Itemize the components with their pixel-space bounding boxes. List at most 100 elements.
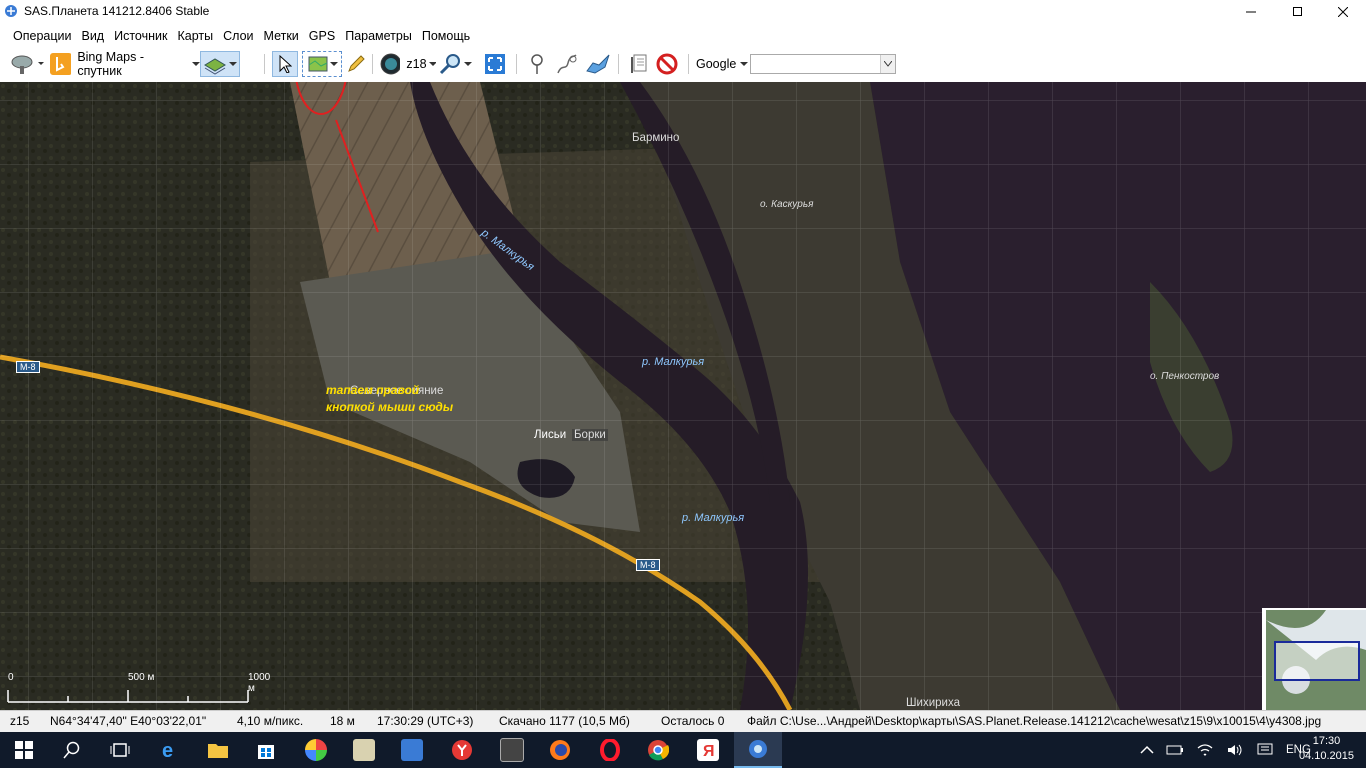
opera-button[interactable] <box>586 732 634 768</box>
minimap-image <box>1266 610 1366 710</box>
fullscreen-button[interactable] <box>482 51 508 77</box>
map-view[interactable]: Бармино о. Каскурья р. Малкурья р. Малку… <box>0 82 1366 710</box>
chevron-up-icon[interactable] <box>1140 745 1154 755</box>
satellite-dish-button[interactable] <box>8 51 44 77</box>
search-provider-label: Google <box>696 57 737 71</box>
action-center-icon[interactable] <box>1256 743 1274 757</box>
fullscreen-icon <box>485 54 505 74</box>
clock-date: 04.10.2015 <box>1298 750 1354 762</box>
folder-icon <box>208 744 228 758</box>
task-view-icon <box>110 743 130 757</box>
label-river-2: р. Малкурья <box>642 356 705 368</box>
zoom-tool-button[interactable] <box>438 51 478 77</box>
label-kaskurya: о. Каскурья <box>760 199 814 210</box>
path-icon <box>557 54 577 74</box>
annotation-line-2: кнопкой мыши сюды <box>326 400 454 414</box>
label-river-3: р. Малкурья <box>682 512 745 524</box>
search-dropdown-button[interactable] <box>880 55 895 73</box>
hide-placemarks-button[interactable] <box>654 51 680 77</box>
clapperboard-icon <box>500 738 524 762</box>
toolbar: Bing Maps - спутник z18 Google <box>0 46 1366 83</box>
search-taskbar-button[interactable] <box>48 732 96 768</box>
bing-icon <box>50 53 72 75</box>
app-icon <box>5 5 17 17</box>
scale-bar: 0 500 м 1000 м <box>6 672 270 704</box>
video-editor-button[interactable] <box>488 732 536 768</box>
menu-settings[interactable]: Параметры <box>340 26 417 46</box>
media-app-button[interactable] <box>388 732 436 768</box>
task-view-button[interactable] <box>96 732 144 768</box>
firefox-icon <box>550 740 570 760</box>
taskbar: e Я ENG 17:30 04.10.2015 <box>0 732 1366 768</box>
chevron-down-icon <box>464 62 472 66</box>
ruler-tool-button[interactable] <box>344 51 368 77</box>
no-entry-icon <box>656 53 678 75</box>
label-barmino: Бармино <box>632 132 680 144</box>
search-provider-dropdown[interactable]: Google <box>696 51 748 77</box>
layers-icon <box>204 58 226 75</box>
sas-planet-icon <box>749 740 767 758</box>
status-distance: 18 м <box>330 714 355 728</box>
menu-view[interactable]: Вид <box>76 26 109 46</box>
file-explorer-button[interactable] <box>194 732 242 768</box>
firefox-button[interactable] <box>536 732 584 768</box>
title-bar: SAS.Планета 141212.8406 Stable <box>0 0 1366 24</box>
close-button[interactable] <box>1320 0 1366 24</box>
edge-icon: e <box>162 740 173 761</box>
cursor-arrow-icon <box>279 55 292 73</box>
layers-button[interactable] <box>200 51 240 77</box>
add-path-button[interactable] <box>554 51 580 77</box>
chevron-down-icon <box>740 62 748 66</box>
svg-text:Я: Я <box>703 743 715 760</box>
system-tray: ENG <box>1134 732 1311 768</box>
chrome-button[interactable] <box>634 732 682 768</box>
scale-ruler <box>7 690 249 703</box>
add-placemark-button[interactable] <box>524 51 550 77</box>
sas-planet-taskbar-button[interactable] <box>734 732 782 768</box>
toolbar-separator <box>516 54 517 74</box>
chevron-down-icon <box>884 61 892 67</box>
menu-help[interactable]: Помощь <box>417 26 475 46</box>
menu-layers[interactable]: Слои <box>218 26 258 46</box>
minimap[interactable] <box>1266 610 1366 710</box>
map-source-dropdown[interactable]: Bing Maps - спутник <box>50 50 200 78</box>
store-bag-icon <box>258 745 274 759</box>
zoom-level-dropdown[interactable]: z18 <box>380 51 436 77</box>
maximize-button[interactable] <box>1274 0 1320 24</box>
svg-text:e: e <box>162 740 173 761</box>
yandex-button[interactable]: Я <box>684 732 732 768</box>
placemarks-manager-button[interactable] <box>626 51 652 77</box>
store-button[interactable] <box>242 732 290 768</box>
battery-icon[interactable] <box>1166 743 1184 757</box>
chevron-down-icon <box>330 62 338 66</box>
menu-marks[interactable]: Метки <box>259 26 304 46</box>
yandex-browser-button[interactable] <box>438 732 486 768</box>
pencil-icon <box>348 55 365 72</box>
edge-browser-button[interactable]: e <box>146 732 194 768</box>
menu-source[interactable]: Источник <box>109 26 172 46</box>
red-annotation <box>295 82 379 233</box>
search-combobox[interactable] <box>750 51 898 77</box>
label-shikhirikha: Шихириха <box>906 697 960 709</box>
windows-logo-icon <box>15 741 33 759</box>
annotation-line-1: тапаем правой <box>326 383 420 397</box>
add-polygon-button[interactable] <box>584 51 612 77</box>
menu-gps[interactable]: GPS <box>304 26 340 46</box>
clock[interactable]: 17:30 04.10.2015 <box>1299 734 1354 764</box>
minimize-button[interactable] <box>1228 0 1274 24</box>
maps-app-button[interactable] <box>340 732 388 768</box>
color-wheel-icon <box>305 739 327 761</box>
map-tile-icon <box>308 56 328 72</box>
app-colorful-button[interactable] <box>292 732 340 768</box>
menu-operations[interactable]: Операции <box>8 26 76 46</box>
map-layer-tool-button[interactable] <box>302 51 342 77</box>
select-tool-button[interactable] <box>272 51 298 77</box>
status-downloaded: Скачано 1177 (10,5 Мб) <box>499 714 630 728</box>
search-icon <box>63 741 80 759</box>
opera-icon <box>600 739 620 761</box>
map-app-icon <box>353 739 375 761</box>
volume-icon[interactable] <box>1226 743 1244 757</box>
menu-maps[interactable]: Карты <box>172 26 218 46</box>
start-button[interactable] <box>0 732 48 768</box>
wifi-icon[interactable] <box>1196 743 1214 757</box>
